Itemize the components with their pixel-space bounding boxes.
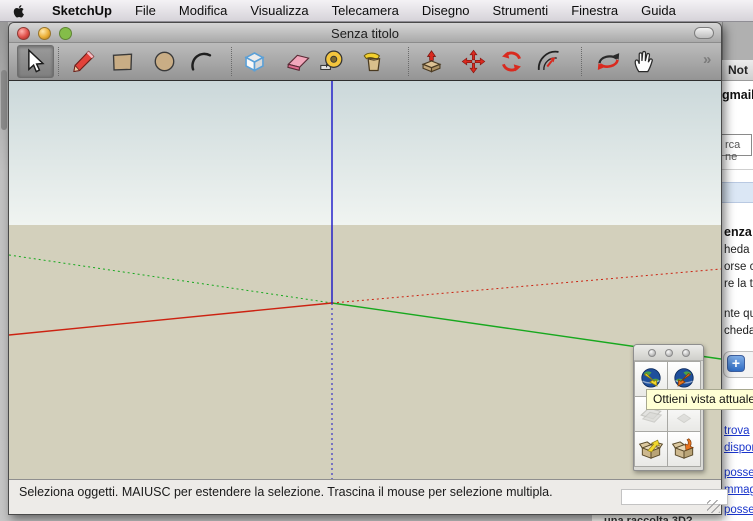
palette-window-button[interactable] (682, 349, 690, 357)
toolbar-divider (58, 47, 59, 76)
add-button[interactable]: + (727, 355, 745, 372)
palette-grid (635, 362, 702, 467)
select-tool-button[interactable] (19, 46, 49, 77)
bg-fragment: cheda (724, 325, 753, 337)
background-browser-window: Not gmail rca ne enza G heda orse c re l… (722, 22, 753, 521)
sketchup-window: Senza titolo (8, 22, 722, 515)
offset-tool-button[interactable] (534, 46, 564, 77)
get-models-button[interactable] (634, 431, 668, 467)
status-bar: Seleziona oggetti. MAIUSC per estendere … (9, 479, 721, 514)
bg-link-fragment[interactable]: dispor (724, 442, 753, 454)
apple-menu-icon[interactable] (12, 3, 27, 19)
bg-fragment: re la t (724, 278, 753, 290)
menu-sketchup[interactable]: SketchUp (52, 3, 112, 18)
toolbar-toggle-button[interactable] (694, 27, 714, 39)
paint-bucket-icon (358, 48, 385, 75)
pan-hand-icon (630, 48, 657, 75)
tape-measure-icon (318, 48, 345, 75)
bg-fragment: heda (724, 244, 750, 256)
toolbar-overflow-chevron[interactable]: » (703, 51, 710, 68)
background-left-strip (0, 22, 8, 521)
divider (722, 169, 753, 170)
rotate-tool-button[interactable] (496, 46, 526, 77)
toolbar-divider (231, 47, 232, 76)
bg-fragment: Not (728, 63, 748, 77)
orbit-tool-button[interactable] (593, 46, 623, 77)
background-window-header: Not (722, 60, 753, 81)
model-view (9, 81, 721, 479)
menu-bar: SketchUp File Modifica Visualizza Teleca… (0, 0, 753, 22)
status-message: Seleziona oggetti. MAIUSC per estendere … (19, 484, 553, 501)
menu-modifica[interactable]: Modifica (179, 3, 227, 18)
ground (9, 225, 721, 479)
palette-window-button[interactable] (665, 349, 673, 357)
arc-tool-button[interactable] (186, 46, 216, 77)
eraser-tool-button[interactable] (283, 46, 313, 77)
select-arrow-icon (21, 48, 48, 75)
bg-highlight-bar (722, 182, 753, 203)
toolbar-divider (581, 47, 582, 76)
rotate-icon (498, 48, 525, 75)
component-box-icon (241, 48, 268, 75)
menu-visualizza[interactable]: Visualizza (250, 3, 308, 18)
bg-fragment: gmail (722, 88, 753, 102)
background-window-chrome (722, 22, 753, 60)
menu-strumenti[interactable]: Strumenti (493, 3, 549, 18)
resize-grip[interactable] (707, 500, 720, 513)
bg-link-fragment[interactable]: mmagi (724, 484, 753, 496)
bg-search-field-fragment[interactable]: rca ne (722, 134, 752, 156)
title-bar[interactable]: Senza titolo (9, 23, 721, 43)
sky (9, 81, 721, 225)
orbit-icon (595, 48, 622, 75)
move-tool-button[interactable] (458, 46, 488, 77)
bg-button-capsule: + (723, 351, 753, 378)
bg-link-fragment[interactable]: posse (724, 504, 753, 516)
bg-link-fragment[interactable]: trova (724, 425, 750, 437)
push-pull-tool-button[interactable] (416, 46, 446, 77)
tooltip: Ottieni vista attuale (646, 389, 753, 410)
menu-finestra[interactable]: Finestra (571, 3, 618, 18)
offset-icon (536, 48, 563, 75)
share-model-button[interactable] (667, 431, 701, 467)
screen: Not gmail rca ne enza G heda orse c re l… (0, 0, 753, 521)
rectangle-tool-button[interactable] (107, 46, 137, 77)
move-icon (460, 48, 487, 75)
menu-disegno[interactable]: Disegno (422, 3, 470, 18)
bg-fragment: una raccolta 3D? (604, 515, 693, 521)
bg-fragment: nte qu (724, 308, 753, 320)
line-tool-button[interactable] (68, 46, 98, 77)
pencil-icon (70, 48, 97, 75)
push-pull-icon (418, 48, 445, 75)
bg-fragment: rca ne (725, 139, 740, 163)
eraser-icon (285, 48, 312, 75)
pan-tool-button[interactable] (628, 46, 658, 77)
toolbar-divider (408, 47, 409, 76)
circle-icon (151, 48, 178, 75)
bg-link-fragment[interactable]: posse (724, 467, 753, 479)
box-out-yellow-arrow-icon (638, 436, 664, 462)
rectangle-icon (109, 48, 136, 75)
bg-fragment: enza G (724, 225, 753, 239)
bg-fragment: orse c (724, 261, 753, 273)
drawing-canvas[interactable] (9, 81, 721, 479)
palette-window-button[interactable] (648, 349, 656, 357)
tape-measure-tool-button[interactable] (316, 46, 346, 77)
arc-icon (188, 48, 215, 75)
background-page-sliver: una raccolta 3D? (0, 515, 722, 521)
scrollbar-thumb[interactable] (1, 70, 7, 130)
box-in-orange-arrow-icon (671, 436, 697, 462)
toolbar: » (9, 43, 721, 81)
circle-tool-button[interactable] (149, 46, 179, 77)
menu-guida[interactable]: Guida (641, 3, 676, 18)
paint-bucket-tool-button[interactable] (356, 46, 386, 77)
menu-file[interactable]: File (135, 3, 156, 18)
window-title: Senza titolo (9, 26, 721, 41)
menu-telecamera[interactable]: Telecamera (332, 3, 399, 18)
palette-title-bar[interactable] (634, 345, 703, 361)
make-component-tool-button[interactable] (239, 46, 269, 77)
